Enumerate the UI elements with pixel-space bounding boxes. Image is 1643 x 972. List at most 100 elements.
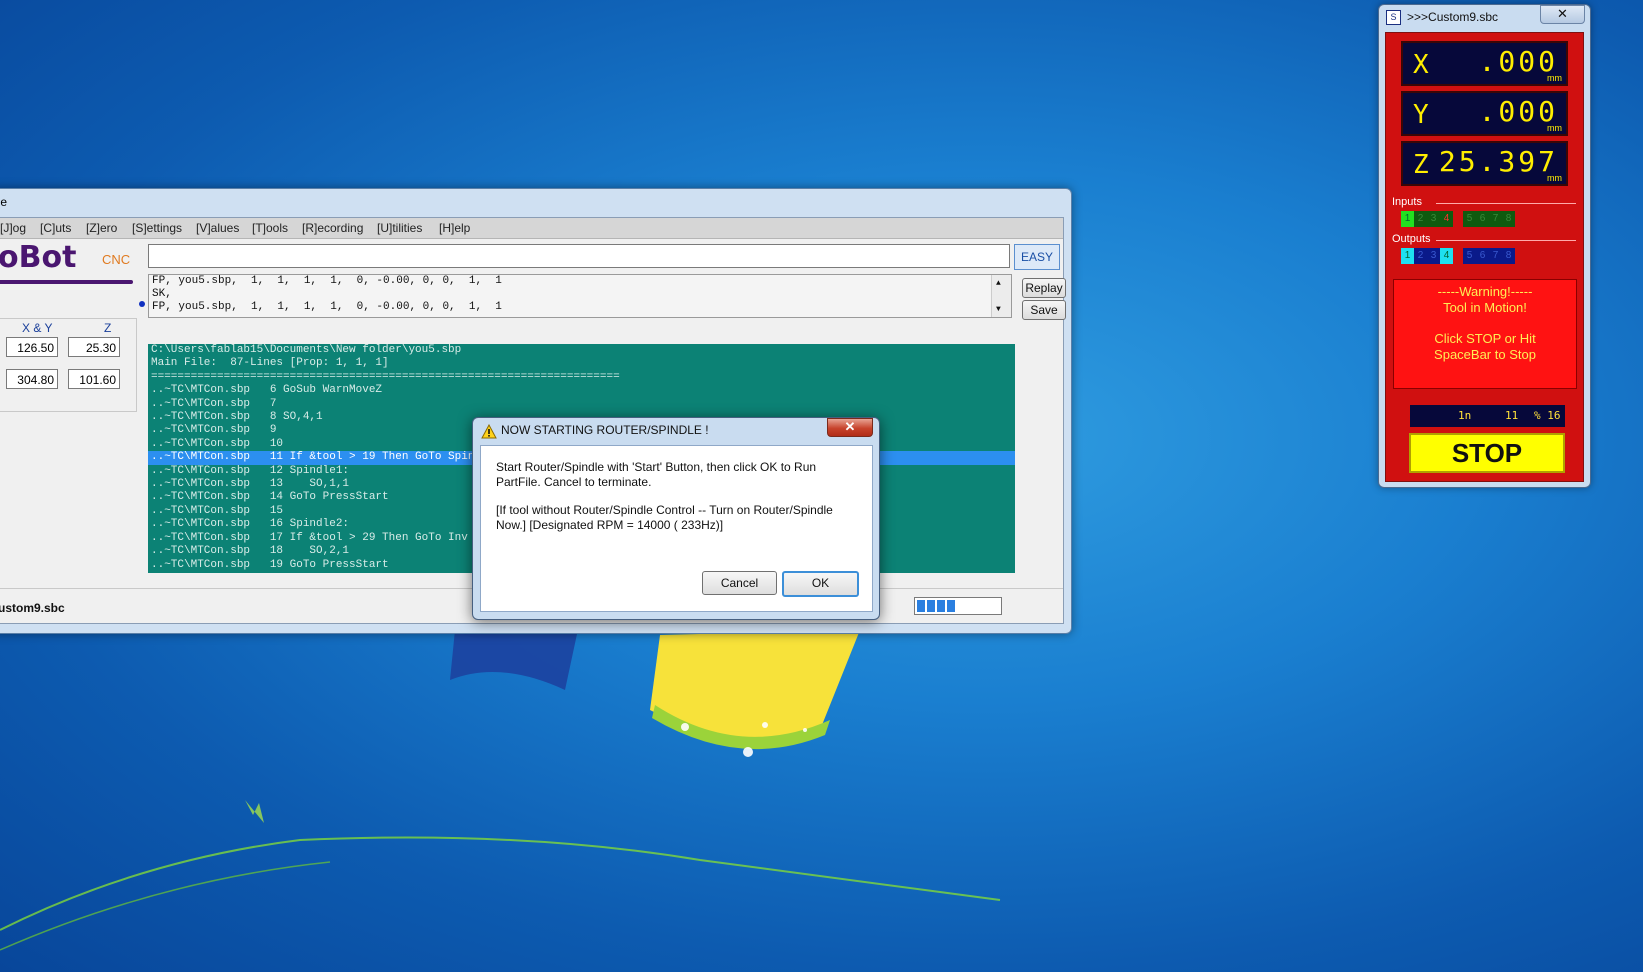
warning-icon	[481, 424, 497, 439]
z-value-1[interactable]: 25.30	[68, 337, 120, 357]
output-line: ========================================…	[151, 370, 620, 383]
inputs-label: Inputs	[1392, 196, 1422, 208]
logo-underline	[0, 280, 133, 284]
progress-block	[927, 600, 935, 612]
status-percent: % 16	[1534, 409, 1561, 422]
z-header: Z	[104, 321, 112, 335]
inputs-indicator-7: 7	[1489, 211, 1502, 227]
scroll-down-icon[interactable]: ▼	[996, 303, 1001, 316]
menu-utilities[interactable]: [U]tilities	[377, 221, 422, 235]
y-axis-readout: Y .000 mm	[1401, 91, 1568, 136]
coordinate-panel: X & Y Z 126.50 25.30 304.80 101.60	[0, 318, 137, 412]
menu-jog[interactable]: [J]og	[0, 221, 26, 235]
dro-status-bar: 1n 11 % 16	[1410, 405, 1565, 427]
outputs-indicator-6: 6	[1476, 248, 1489, 264]
outputs-indicator-1: 1	[1401, 248, 1414, 264]
x-axis-unit: mm	[1547, 73, 1562, 83]
shopbot-logo: oBot CNC	[0, 240, 138, 288]
x-axis-readout: X .000 mm	[1401, 41, 1568, 86]
history-line: FP, you5.sbp, 1, 1, 1, 1, 0, -0.00, 0, 0…	[152, 275, 502, 287]
menu-bar: [J]og [C]uts [Z]ero [S]ettings [V]alues …	[0, 218, 1063, 239]
inputs-indicator-3: 3	[1427, 211, 1440, 227]
start-spindle-dialog: NOW STARTING ROUTER/SPINDLE ! ✕ Start Ro…	[472, 417, 880, 620]
x-axis-label: X	[1413, 50, 1429, 80]
close-icon[interactable]: ✕	[1540, 5, 1585, 24]
progress-block	[947, 600, 955, 612]
easy-button[interactable]: EASY	[1014, 244, 1060, 270]
file-label: ustom9.sbc	[0, 601, 65, 615]
outputs-indicator-5: 5	[1463, 248, 1476, 264]
progress-bar	[914, 597, 1002, 615]
dro-window: S >>>Custom9.sbc ✕ X .000 mm Y .000 mm Z…	[1378, 4, 1591, 488]
output-line: C:\Users\fablab15\Documents\New folder\y…	[151, 344, 462, 356]
outputs-row: 12345678	[1401, 248, 1581, 264]
history-marker-icon	[139, 301, 145, 307]
history-line: SK,	[152, 288, 172, 300]
outputs-indicator-4: 4	[1440, 248, 1453, 264]
outputs-indicator-8: 8	[1502, 248, 1515, 264]
command-history[interactable]: FP, you5.sbp, 1, 1, 1, 1, 0, -0.00, 0, 0…	[148, 274, 1012, 318]
history-line: FP, you5.sbp, 1, 1, 1, 1, 0, -0.00, 0, 0…	[152, 301, 502, 313]
inputs-divider	[1436, 203, 1576, 204]
menu-values[interactable]: [V]alues	[196, 221, 239, 235]
menu-cuts[interactable]: [C]uts	[40, 221, 71, 235]
inputs-row: 12345678	[1401, 211, 1581, 227]
y-axis-label: Y	[1413, 100, 1429, 130]
dialog-note: [If tool without Router/Spindle Control …	[496, 503, 833, 532]
z-axis-readout: Z 25.397 mm	[1401, 141, 1568, 186]
xy-value-1[interactable]: 126.50	[6, 337, 58, 357]
menu-zero[interactable]: [Z]ero	[86, 221, 117, 235]
status-line: 11	[1505, 409, 1519, 422]
close-icon[interactable]: ✕	[827, 418, 873, 437]
dialog-message: Start Router/Spindle with 'Start' Button…	[496, 460, 817, 489]
inputs-indicator-2: 2	[1414, 211, 1427, 227]
outputs-divider	[1436, 240, 1576, 241]
outputs-indicator-2: 2	[1414, 248, 1427, 264]
dro-title: >>>Custom9.sbc	[1407, 10, 1499, 24]
warning-title: -----Warning!-----	[1437, 284, 1533, 299]
xy-value-2[interactable]: 304.80	[6, 369, 58, 389]
inputs-indicator-8: 8	[1502, 211, 1515, 227]
warning-instruction-2: SpaceBar to Stop	[1434, 347, 1536, 362]
outputs-label: Outputs	[1392, 233, 1431, 245]
xy-header: X & Y	[22, 321, 53, 335]
output-line: ..~TC\MTCon.sbp 7	[151, 397, 277, 410]
z-value-2[interactable]: 101.60	[68, 369, 120, 389]
dialog-title: NOW STARTING ROUTER/SPINDLE !	[501, 423, 709, 437]
output-line: Main File: 87-Lines [Prop: 1, 1, 1]	[151, 357, 389, 370]
y-axis-unit: mm	[1547, 123, 1562, 133]
scroll-up-icon[interactable]: ▲	[996, 277, 1001, 290]
window-title: ole	[0, 195, 8, 209]
z-axis-label: Z	[1413, 150, 1429, 180]
inputs-indicator-1: 1	[1401, 211, 1414, 227]
history-scrollbar[interactable]: ▲ ▼	[991, 275, 1011, 317]
outputs-indicator-3: 3	[1427, 248, 1440, 264]
dro-body: X .000 mm Y .000 mm Z 25.397 mm Inputs 1…	[1385, 32, 1584, 482]
inputs-indicator-5: 5	[1463, 211, 1476, 227]
save-button[interactable]: Save	[1022, 300, 1066, 320]
cancel-button[interactable]: Cancel	[702, 571, 777, 595]
warning-instruction-1: Click STOP or Hit	[1434, 331, 1536, 346]
replay-button[interactable]: Replay	[1022, 278, 1066, 298]
status-unit: 1n	[1458, 409, 1472, 422]
warning-box: -----Warning!----- Tool in Motion! Click…	[1393, 279, 1577, 389]
menu-help[interactable]: [H]elp	[439, 221, 470, 235]
inputs-indicator-4: 4	[1440, 211, 1453, 227]
logo-cnc: CNC	[102, 252, 131, 267]
inputs-indicator-6: 6	[1476, 211, 1489, 227]
stop-button[interactable]: STOP	[1409, 433, 1565, 473]
output-line: ..~TC\MTCon.sbp 6 GoSub WarnMoveZ	[151, 384, 383, 397]
menu-settings[interactable]: [S]ettings	[132, 221, 182, 235]
ok-button[interactable]: OK	[782, 571, 859, 597]
z-axis-value: 25.397	[1438, 145, 1558, 178]
logo-text: oBot	[0, 240, 77, 275]
menu-tools[interactable]: [T]ools	[252, 221, 288, 235]
z-axis-unit: mm	[1547, 173, 1562, 183]
outputs-indicator-7: 7	[1489, 248, 1502, 264]
command-input[interactable]	[148, 244, 1010, 268]
warning-motion: Tool in Motion!	[1443, 300, 1527, 315]
app-icon: S	[1386, 10, 1401, 25]
menu-recording[interactable]: [R]ecording	[302, 221, 363, 235]
progress-block	[937, 600, 945, 612]
progress-block	[917, 600, 925, 612]
